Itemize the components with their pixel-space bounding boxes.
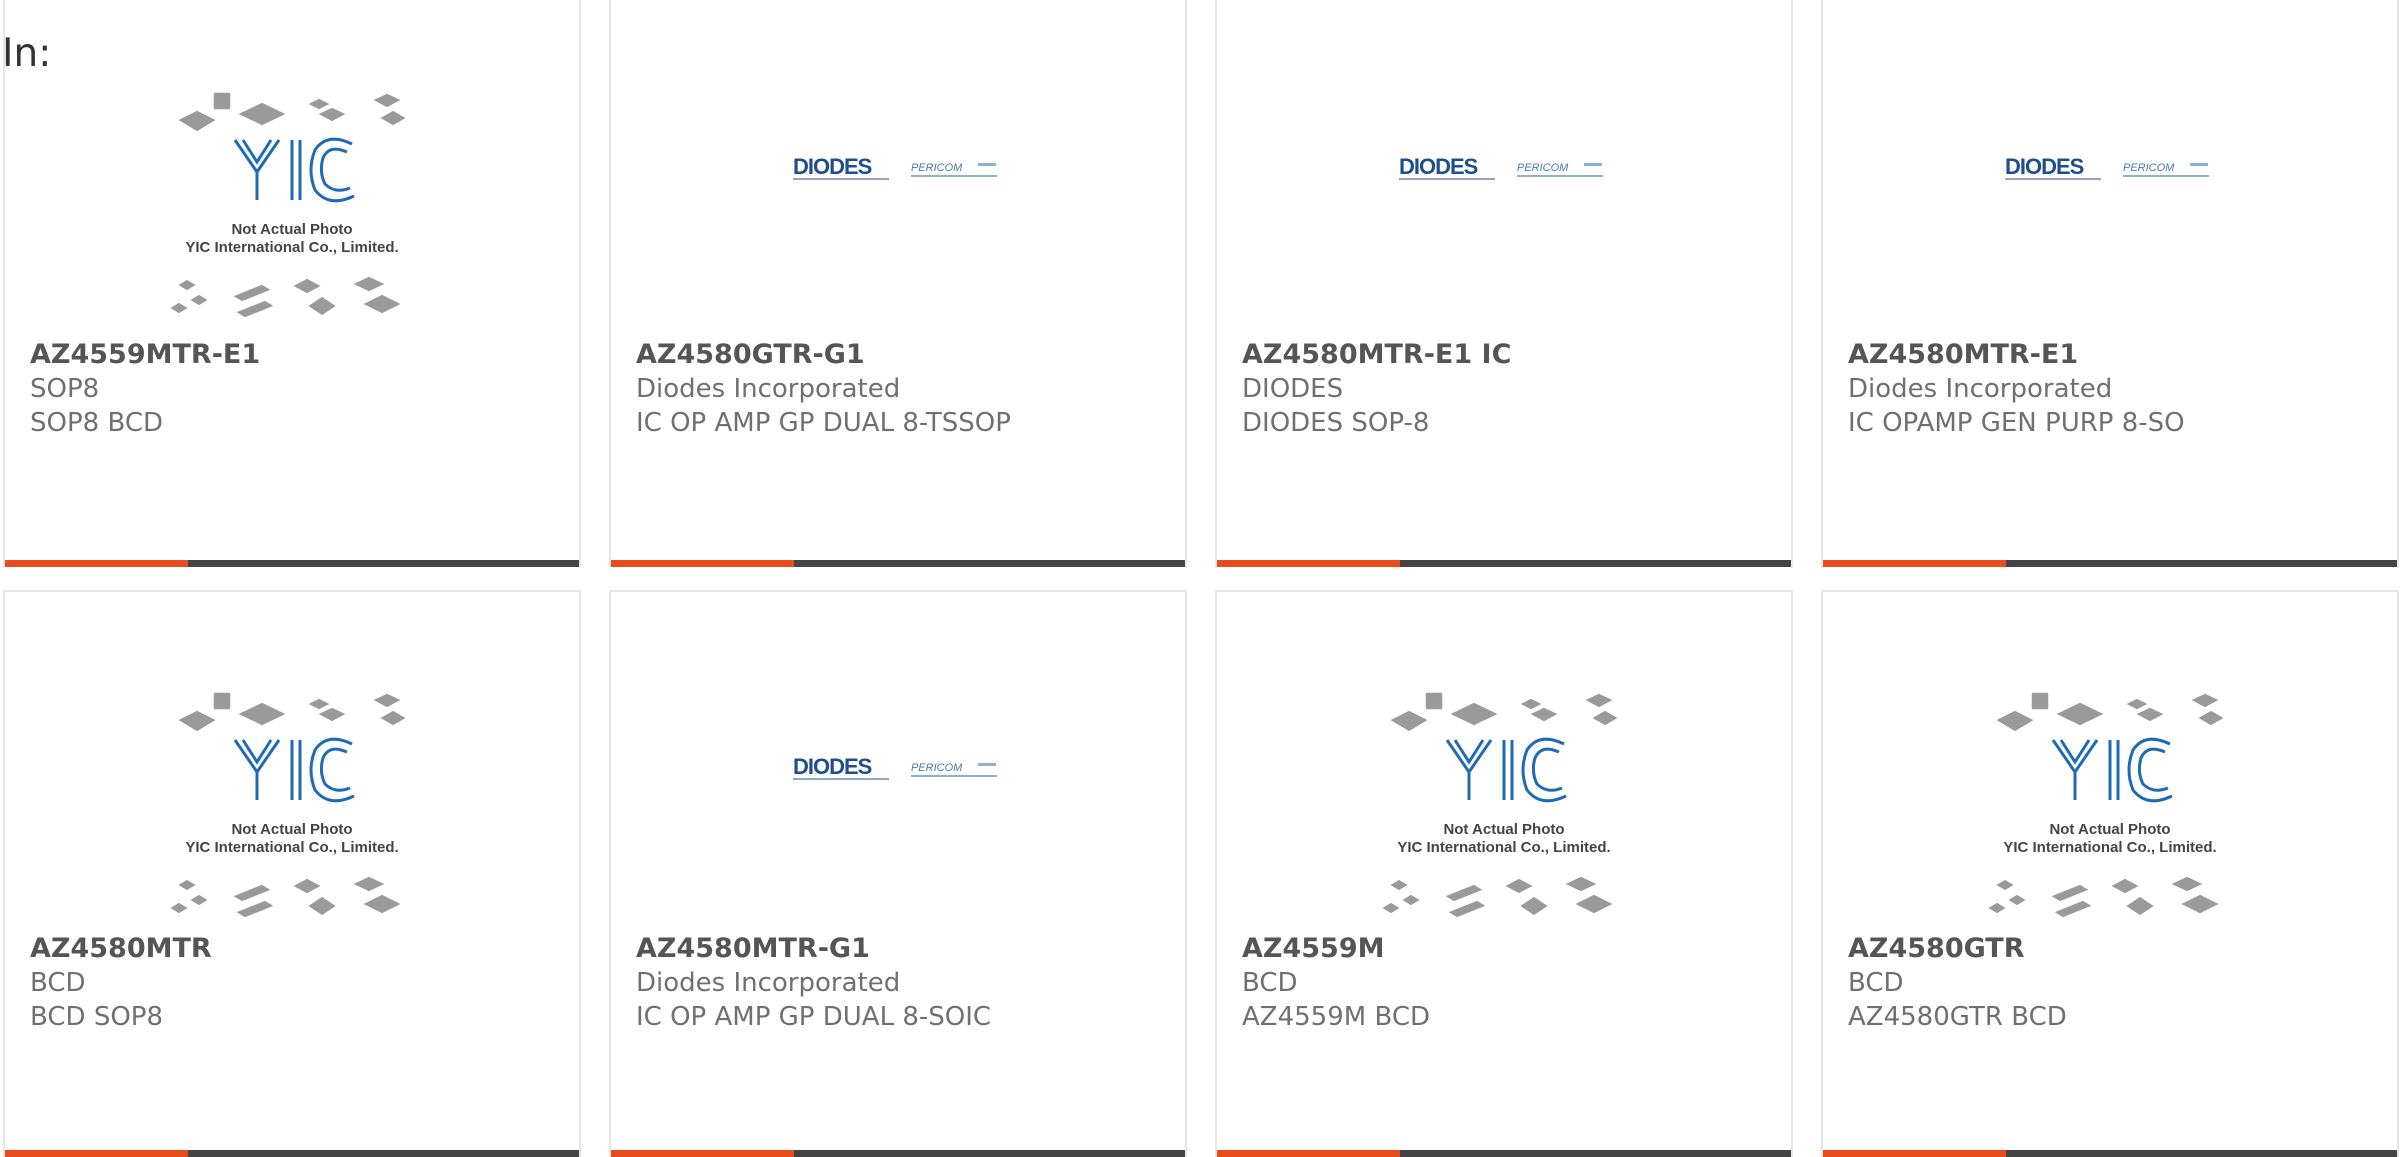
part-number-link[interactable]: AZ4559M	[1242, 932, 1781, 966]
product-info: AZ4559MTR-E1 SOP8 SOP8 BCD	[30, 338, 569, 440]
not-actual-photo-image: Not Actual Photo YIC International Co., …	[1985, 691, 2227, 919]
card-accent-bar	[1823, 560, 2006, 567]
card-accent-bar	[611, 560, 794, 567]
manufacturer: DIODES	[1242, 374, 1344, 404]
part-number-link[interactable]: AZ4580MTR-E1 IC	[1242, 338, 1781, 372]
manufacturer: SOP8	[30, 374, 100, 404]
diodes-logo-image: DIODES PERICOM	[1399, 154, 1603, 180]
part-number-link[interactable]: AZ4580GTR	[1848, 932, 2387, 966]
product-card[interactable]: Not Actual Photo YIC International Co., …	[3, 590, 581, 1157]
product-image[interactable]: DIODES PERICOM	[611, 680, 1185, 930]
svg-text:PERICOM: PERICOM	[911, 762, 963, 774]
svg-text:YIC International Co., Limited: YIC International Co., Limited.	[185, 839, 398, 856]
manufacturer: Diodes Incorporated	[636, 968, 901, 998]
part-number-link[interactable]: AZ4580MTR	[30, 932, 569, 966]
product-image[interactable]: Not Actual Photo YIC International Co., …	[5, 80, 579, 330]
manufacturer: Diodes Incorporated	[1848, 374, 2113, 404]
product-info: AZ4580GTR-G1 Diodes Incorporated IC OP AMP…	[636, 338, 1175, 440]
part-number-link[interactable]: AZ4580MTR-E1	[1848, 338, 2387, 372]
product-card[interactable]: DIODES PERICOM AZ4580GTR-G1 Diodes Incorp…	[609, 0, 1187, 567]
card-bottom-bar	[611, 560, 1185, 567]
product-description: IC OPAMP GEN PURP 8-SO	[1848, 408, 2185, 438]
product-description: AZ4559M BCD	[1242, 1002, 1431, 1032]
product-description: BCD SOP8	[30, 1002, 164, 1032]
card-accent-bar	[5, 560, 188, 567]
svg-text:Not Actual Photo: Not Actual Photo	[1443, 821, 1564, 838]
svg-text:PERICOM: PERICOM	[911, 162, 963, 174]
product-description: SOP8 BCD	[30, 408, 164, 438]
svg-text:PERICOM: PERICOM	[1517, 162, 1569, 174]
diodes-logo-image: DIODES PERICOM	[2005, 154, 2209, 180]
part-number-link[interactable]: AZ4559MTR-E1	[30, 338, 569, 372]
product-info: AZ4580MTR BCD BCD SOP8	[30, 932, 569, 1034]
product-description: IC OP AMP GP DUAL 8-TSSOP	[636, 408, 1011, 438]
manufacturer: BCD	[1242, 968, 1298, 998]
manufacturer: BCD	[30, 968, 86, 998]
svg-text:Not Actual Photo: Not Actual Photo	[231, 821, 352, 838]
svg-text:DIODES: DIODES	[793, 754, 872, 779]
product-image[interactable]: Not Actual Photo YIC International Co., …	[1823, 680, 2397, 930]
product-description: IC OP AMP GP DUAL 8-SOIC	[636, 1002, 992, 1032]
svg-text:YIC International Co., Limited: YIC International Co., Limited.	[185, 239, 398, 256]
svg-text:YIC International Co., Limited: YIC International Co., Limited.	[2003, 839, 2216, 856]
filter-label: In:	[2, 31, 52, 76]
product-image[interactable]: Not Actual Photo YIC International Co., …	[1217, 680, 1791, 930]
diodes-logo-image: DIODES PERICOM	[793, 754, 997, 780]
product-card[interactable]: DIODES PERICOM AZ4580MTR-E1 IC DIODES DIOD…	[1215, 0, 1793, 567]
product-info: AZ4559M BCD AZ4559M BCD	[1242, 932, 1781, 1034]
product-info: AZ4580MTR-G1 Diodes Incorporated IC OP AMP…	[636, 932, 1175, 1034]
product-image[interactable]: DIODES PERICOM	[611, 80, 1185, 330]
part-number-link[interactable]: AZ4580MTR-G1	[636, 932, 1175, 966]
product-card[interactable]: Not Actual Photo YIC International Co., …	[3, 0, 581, 567]
svg-text:Not Actual Photo: Not Actual Photo	[231, 221, 352, 238]
product-card[interactable]: Not Actual Photo YIC International Co., …	[1215, 590, 1793, 1157]
not-actual-photo-image: Not Actual Photo YIC International Co., …	[167, 91, 409, 319]
svg-text:DIODES: DIODES	[2005, 154, 2084, 179]
card-accent-bar	[1217, 560, 1400, 567]
card-bottom-bar	[5, 560, 579, 567]
not-actual-photo-image: Not Actual Photo YIC International Co., …	[1379, 691, 1621, 919]
product-image[interactable]: DIODES PERICOM	[1823, 80, 2397, 330]
svg-text:PERICOM: PERICOM	[2123, 162, 2175, 174]
product-info: AZ4580GTR BCD AZ4580GTR BCD	[1848, 932, 2387, 1034]
product-info: AZ4580MTR-E1 Diodes Incorporated IC OPAMP …	[1848, 338, 2387, 440]
product-card[interactable]: Not Actual Photo YIC International Co., …	[1821, 590, 2399, 1157]
product-description: AZ4580GTR BCD	[1848, 1002, 2067, 1032]
product-image[interactable]: Not Actual Photo YIC International Co., …	[5, 680, 579, 930]
product-card[interactable]: DIODES PERICOM AZ4580MTR-G1 Diodes Incorp…	[609, 590, 1187, 1157]
diodes-logo-image: DIODES PERICOM	[793, 154, 997, 180]
manufacturer: Diodes Incorporated	[636, 374, 901, 404]
svg-text:Not Actual Photo: Not Actual Photo	[2049, 821, 2170, 838]
not-actual-photo-image: Not Actual Photo YIC International Co., …	[167, 691, 409, 919]
product-image[interactable]: DIODES PERICOM	[1217, 80, 1791, 330]
card-bottom-bar	[1217, 560, 1791, 567]
svg-text:DIODES: DIODES	[1399, 154, 1478, 179]
svg-text:YIC International Co., Limited: YIC International Co., Limited.	[1397, 839, 1610, 856]
svg-text:DIODES: DIODES	[793, 154, 872, 179]
manufacturer: BCD	[1848, 968, 1904, 998]
product-info: AZ4580MTR-E1 IC DIODES DIODES SOP-8	[1242, 338, 1781, 440]
product-card[interactable]: DIODES PERICOM AZ4580MTR-E1 Diodes Incorp…	[1821, 0, 2399, 567]
card-bottom-bar	[1823, 560, 2397, 567]
part-number-link[interactable]: AZ4580GTR-G1	[636, 338, 1175, 372]
product-description: DIODES SOP-8	[1242, 408, 1430, 438]
